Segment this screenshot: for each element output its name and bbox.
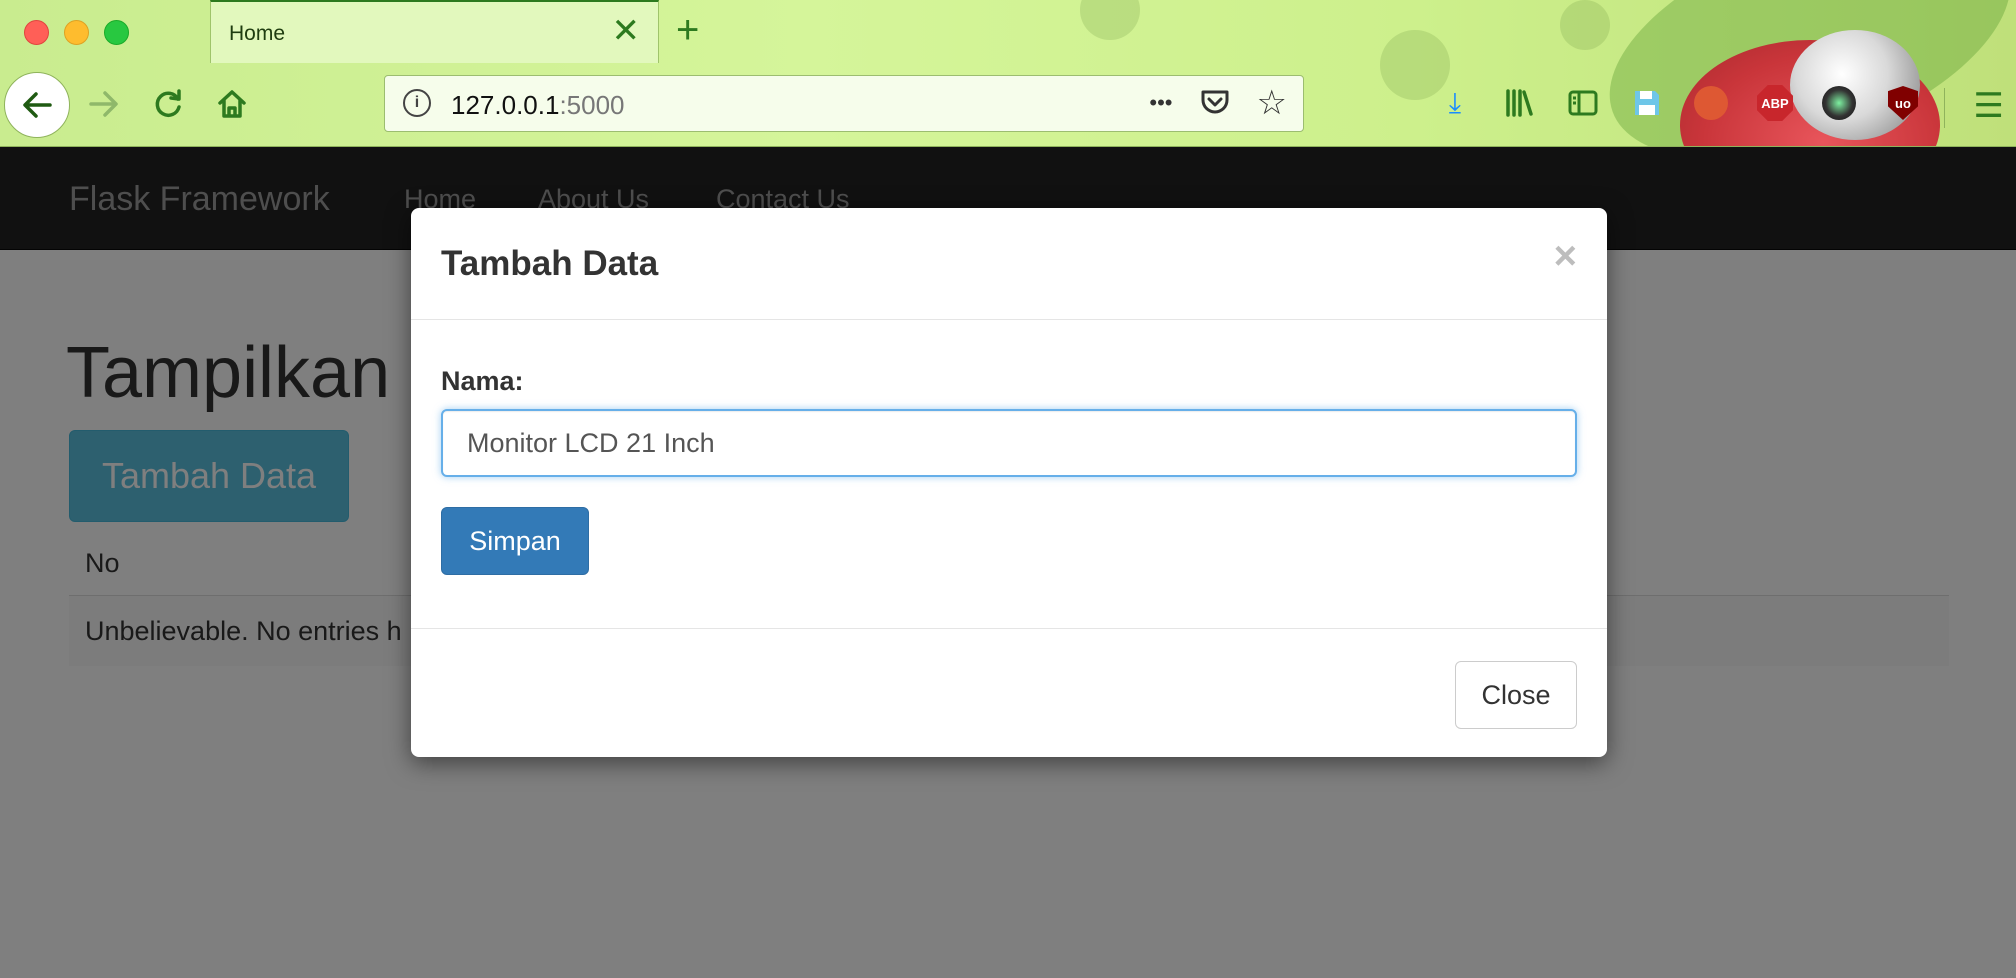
- close-button[interactable]: Close: [1455, 661, 1577, 729]
- add-data-modal: Tambah Data × Nama: Simpan Close: [411, 208, 1607, 757]
- modal-title: Tambah Data: [441, 244, 659, 283]
- url-actions: ••• ☆: [1149, 86, 1287, 125]
- home-icon: [218, 90, 246, 118]
- duckduckgo-logo: [1694, 86, 1728, 120]
- name-input[interactable]: [441, 409, 1577, 477]
- modal-header: Tambah Data ×: [411, 208, 1607, 320]
- download-icon[interactable]: ⤓: [1436, 84, 1474, 122]
- url-bar[interactable]: i 127.0.0.1:5000 ••• ☆: [384, 75, 1304, 132]
- tab-close-icon[interactable]: ✕: [612, 14, 641, 48]
- tab-home[interactable]: Home ✕: [210, 0, 659, 63]
- ublock-badge: uo: [1888, 86, 1918, 120]
- modal-footer: Close: [411, 628, 1607, 757]
- modal-close-icon[interactable]: ×: [1554, 236, 1577, 276]
- name-field-label: Nama:: [441, 366, 524, 396]
- arrow-left-icon: [23, 92, 52, 118]
- camera-lens: [1822, 86, 1856, 120]
- url-port: :5000: [559, 90, 625, 120]
- adblock-badge: ABP: [1757, 85, 1793, 121]
- new-tab-button[interactable]: +: [676, 8, 699, 52]
- duckduckgo-icon[interactable]: [1692, 84, 1730, 122]
- info-icon[interactable]: i: [403, 89, 431, 117]
- page-actions-icon[interactable]: •••: [1149, 86, 1172, 125]
- reload-icon: [155, 89, 181, 117]
- arrow-right-icon: [89, 91, 118, 117]
- url-text[interactable]: 127.0.0.1:5000: [451, 90, 625, 121]
- browser-chrome: Home ✕ + i 127.0.0.1:5000 ••• ☆ ⤓ ABP uo…: [0, 0, 2016, 147]
- sidebar-icon[interactable]: [1564, 84, 1602, 122]
- window-close-button[interactable]: [24, 20, 49, 45]
- theme-dot-decoration: [1560, 0, 1610, 50]
- ublock-icon[interactable]: uo: [1884, 84, 1922, 122]
- back-button[interactable]: [4, 72, 70, 138]
- url-host: 127.0.0.1: [451, 90, 560, 120]
- toolbar-separator: [1944, 88, 1945, 128]
- save-button[interactable]: Simpan: [441, 507, 589, 575]
- modal-body: Nama: Simpan: [411, 320, 1607, 628]
- theme-dot-decoration: [1080, 0, 1140, 40]
- bookmark-star-icon[interactable]: ☆: [1257, 86, 1287, 125]
- camera-extension-icon[interactable]: [1820, 84, 1858, 122]
- window-minimize-button[interactable]: [64, 20, 89, 45]
- pocket-icon[interactable]: [1199, 86, 1231, 125]
- home-button[interactable]: [206, 78, 258, 130]
- save-icon[interactable]: [1628, 84, 1666, 122]
- window-zoom-button[interactable]: [104, 20, 129, 45]
- toolbar-extensions: ⤓ ABP uo: [1436, 84, 1922, 122]
- forward-button[interactable]: [78, 78, 130, 130]
- adblock-icon[interactable]: ABP: [1756, 84, 1794, 122]
- reload-button[interactable]: [142, 78, 194, 130]
- hamburger-menu-icon[interactable]: ☰: [1974, 86, 2004, 126]
- tab-title: Home: [229, 22, 286, 45]
- library-icon[interactable]: [1500, 84, 1538, 122]
